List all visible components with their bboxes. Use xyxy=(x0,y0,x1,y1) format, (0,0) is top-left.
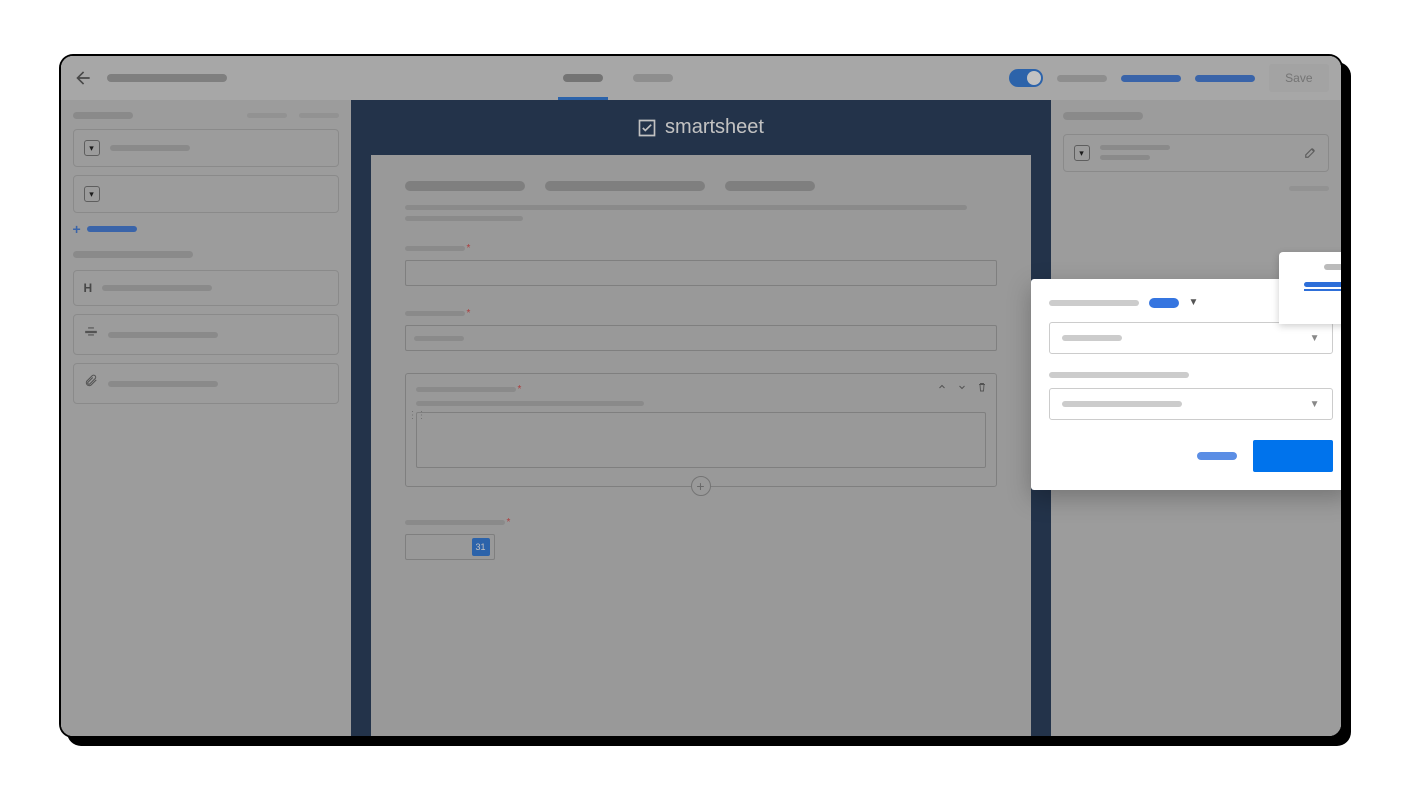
header: Save xyxy=(61,56,1341,100)
dropdown-icon: ▾ xyxy=(1074,145,1090,161)
popup-tab xyxy=(1279,252,1341,324)
calendar-icon: 31 xyxy=(472,538,490,556)
toggle-switch[interactable] xyxy=(1009,69,1043,87)
save-button[interactable]: Save xyxy=(1269,64,1328,92)
tab-active[interactable] xyxy=(563,74,603,82)
popup-label-value xyxy=(1049,372,1189,378)
required-marker: * xyxy=(467,243,471,254)
back-arrow-icon[interactable] xyxy=(73,68,93,88)
popup-pill[interactable] xyxy=(1149,298,1179,308)
form-title xyxy=(405,181,997,191)
drag-handle-icon[interactable]: ⋮⋮ xyxy=(408,410,426,421)
left-sidebar: ▾ ▾ + H xyxy=(61,100,351,736)
sidebar-sub-1 xyxy=(247,113,287,118)
dropdown-icon: ▾ xyxy=(84,140,100,156)
popup-tab-active[interactable] xyxy=(1304,282,1341,287)
move-down-icon[interactable] xyxy=(956,380,968,398)
heading-icon: H xyxy=(84,281,93,295)
right-sub-link[interactable] xyxy=(1289,186,1329,191)
popup-select-value[interactable]: ▼ xyxy=(1049,388,1333,420)
popup-select-condition[interactable]: ▼ xyxy=(1049,322,1333,354)
form-field-1: * xyxy=(405,243,997,286)
date-input[interactable]: 31 xyxy=(405,534,495,560)
delete-icon[interactable] xyxy=(976,380,988,398)
add-field-link[interactable]: + xyxy=(73,221,339,237)
move-up-icon[interactable] xyxy=(936,380,948,398)
form-field-date: * 31 xyxy=(405,517,997,560)
chevron-down-icon: ▼ xyxy=(1310,333,1320,344)
chevron-down-icon: ▼ xyxy=(1310,399,1320,410)
sidebar-element-attachment[interactable] xyxy=(73,363,339,404)
required-marker: * xyxy=(467,308,471,319)
chevron-down-icon[interactable]: ▼ xyxy=(1189,297,1199,308)
form-preview: smartsheet * * * ⋮⋮ + xyxy=(351,100,1051,736)
popup-apply-button[interactable] xyxy=(1253,440,1333,472)
dropdown-icon: ▾ xyxy=(84,186,100,202)
header-link-1[interactable] xyxy=(1057,75,1107,82)
text-input[interactable] xyxy=(405,325,997,351)
right-card[interactable]: ▾ xyxy=(1063,134,1329,172)
add-option-button[interactable]: + xyxy=(691,476,711,496)
edit-icon[interactable] xyxy=(1304,145,1318,164)
form-field-2: * xyxy=(405,308,997,351)
header-link-3[interactable] xyxy=(1195,75,1255,82)
sidebar-item-2[interactable]: ▾ xyxy=(73,175,339,213)
brand-logo: smartsheet xyxy=(637,100,764,155)
header-link-2[interactable] xyxy=(1121,75,1181,82)
textarea-input[interactable] xyxy=(416,412,986,468)
sidebar-element-heading[interactable]: H xyxy=(73,270,339,306)
right-title xyxy=(1063,112,1143,120)
popup-tab-inactive[interactable] xyxy=(1324,264,1341,270)
popup-cancel-button[interactable] xyxy=(1197,452,1237,460)
plus-icon: + xyxy=(73,221,81,237)
sidebar-section-title xyxy=(73,251,193,258)
divider-icon xyxy=(84,325,98,344)
form-field-selected[interactable]: * ⋮⋮ + xyxy=(405,373,997,487)
popup-label-when xyxy=(1049,300,1139,306)
form-description-1 xyxy=(405,205,967,210)
attachment-icon xyxy=(84,374,98,393)
tab-inactive[interactable] xyxy=(633,74,673,82)
form-description-2 xyxy=(405,216,523,221)
text-input[interactable] xyxy=(405,260,997,286)
header-tabs xyxy=(241,74,996,82)
sidebar-title xyxy=(73,112,133,119)
page-title xyxy=(107,74,227,82)
sidebar-sub-2 xyxy=(299,113,339,118)
sidebar-item-1[interactable]: ▾ xyxy=(73,129,339,167)
sidebar-element-divider[interactable] xyxy=(73,314,339,355)
